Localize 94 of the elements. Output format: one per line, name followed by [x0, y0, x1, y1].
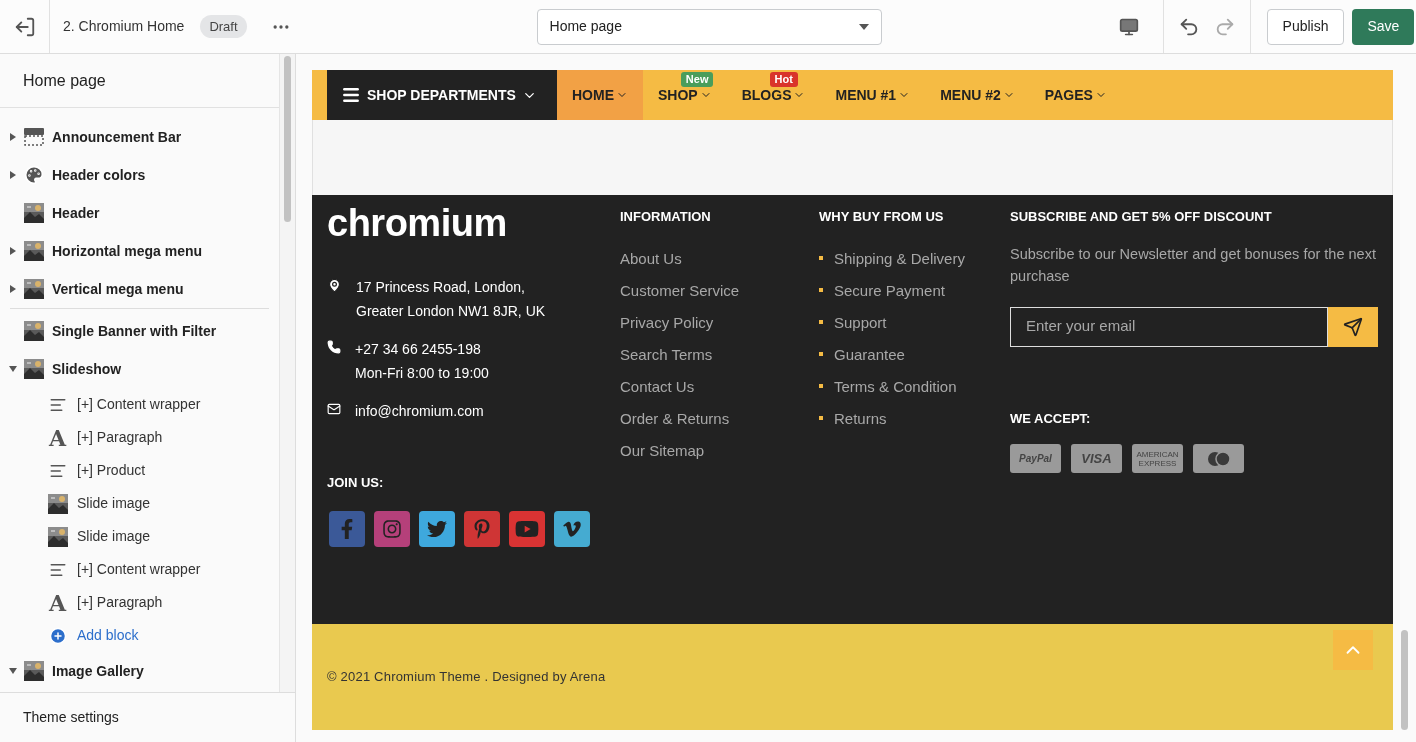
location-pin-icon [327, 278, 342, 293]
section-item[interactable]: Single Banner with Filter [10, 312, 269, 350]
page-select[interactable]: Home page [536, 8, 882, 45]
status-badge: Draft [200, 14, 247, 39]
footer-link[interactable]: Guarantee [834, 343, 905, 365]
pinterest-icon[interactable] [464, 510, 500, 547]
font-icon: A [49, 426, 67, 449]
disclosure-caret-icon[interactable] [10, 247, 16, 255]
section-item[interactable]: Header [0, 194, 279, 232]
column-heading: WHY BUY FROM US [819, 208, 945, 226]
we-accept-heading: WE ACCEPT: [1010, 409, 1092, 428]
font-icon: A [49, 591, 67, 614]
section-item[interactable]: Announcement Bar [0, 118, 279, 156]
footer-link[interactable]: Customer Service [620, 279, 819, 301]
announcement-bar-icon [24, 128, 44, 146]
publish-button[interactable]: Publish [1266, 8, 1345, 45]
vimeo-icon[interactable] [554, 510, 590, 547]
bullet-icon [819, 416, 823, 420]
youtube-icon[interactable] [509, 510, 545, 547]
disclosure-caret-icon[interactable] [10, 171, 16, 179]
overlapping-circles-icon [1206, 450, 1231, 467]
menu-badge: Hot [769, 72, 798, 87]
subscribe-button[interactable] [1328, 306, 1378, 347]
column-heading: INFORMATION [620, 208, 712, 226]
block-item[interactable]: Slide image [10, 487, 269, 520]
footer-link[interactable]: Our Sitemap [620, 439, 819, 461]
footer-link[interactable]: Search Terms [620, 343, 819, 365]
contact-text: Mon-Fri 8:00 to 19:00 [355, 364, 489, 383]
contact-text: Greater London NW1 8JR, UK [356, 302, 546, 321]
disclosure-caret-icon[interactable] [10, 285, 16, 293]
footer-link[interactable]: Terms & Condition [834, 375, 957, 397]
paypal-card: PayPal [1010, 444, 1061, 473]
nav-menu-item[interactable]: PAGES [1029, 70, 1122, 120]
visa-card: VISA [1071, 444, 1122, 473]
footer-link[interactable]: Contact Us [620, 375, 819, 397]
amex-card: AMERICAN EXPRESS [1132, 444, 1183, 473]
add-block-link[interactable]: Add block [10, 619, 269, 652]
phone-icon [327, 340, 341, 354]
section-item[interactable]: Header colors [0, 156, 279, 194]
footer-link[interactable]: Returns [834, 407, 887, 429]
footer-link[interactable]: Shipping & Delivery [834, 247, 965, 269]
nav-menu-item[interactable]: MENU #1 [820, 70, 926, 120]
footer-link[interactable]: Secure Payment [834, 279, 945, 301]
contact-text: info@chromium.com [355, 402, 484, 421]
footer-link[interactable]: Support [834, 311, 887, 333]
block-item[interactable]: Slide image [10, 520, 269, 553]
section-item[interactable]: Vertical mega menu [0, 270, 279, 308]
scrollbar-thumb[interactable] [1401, 630, 1408, 730]
disclosure-caret-icon[interactable] [9, 366, 17, 372]
copyright-text: © 2021 Chromium Theme . Designed by Arena [327, 668, 606, 687]
save-button[interactable]: Save [1352, 8, 1415, 45]
column-heading: SUBSCRIBE AND GET 5% OFF DISCOUNT [1010, 208, 1273, 226]
section-item[interactable]: Horizontal mega menu [0, 232, 279, 270]
block-item[interactable]: [+] Content wrapper [10, 553, 269, 586]
disclosure-caret-icon[interactable] [9, 668, 17, 674]
send-icon [1343, 316, 1363, 337]
footer-link[interactable]: About Us [620, 247, 819, 269]
palette-icon [24, 165, 44, 185]
email-field[interactable]: Enter your email [1010, 306, 1328, 347]
instagram-icon[interactable] [374, 510, 410, 547]
section-item[interactable]: Slideshow [10, 350, 269, 388]
brand-logo[interactable]: chromium [327, 203, 620, 243]
mail-icon [327, 402, 341, 416]
contact-text: +27 34 66 2455-198 [355, 340, 482, 359]
bullet-icon [819, 320, 823, 324]
block-item[interactable]: [+] Content wrapper [10, 388, 269, 421]
twitter-icon[interactable] [419, 510, 455, 547]
menu-icon [341, 85, 361, 105]
dropdown-caret-icon [858, 23, 869, 30]
contact-text: 17 Princess Road, London, [356, 278, 526, 297]
newsletter-text: Subscribe to our Newsletter and get bonuses for the next purchase [1010, 244, 1377, 286]
add-icon [49, 626, 67, 645]
desktop-icon[interactable] [1118, 16, 1139, 37]
nav-menu-item[interactable]: MENU #2 [925, 70, 1030, 120]
section-item[interactable]: Image Gallery [10, 652, 269, 690]
scrollbar-thumb[interactable] [284, 56, 291, 222]
block-item[interactable]: A [+] Paragraph [10, 421, 269, 454]
block-item[interactable]: A [+] Paragraph [10, 586, 269, 619]
theme-name: 2. Chromium Home [63, 17, 185, 36]
nav-menu-item[interactable]: SHOP [643, 88, 727, 120]
shop-departments-button[interactable]: SHOP DEPARTMENTS [327, 70, 557, 120]
disclosure-caret-icon[interactable] [10, 133, 16, 141]
bullet-icon [819, 352, 823, 356]
footer-link[interactable]: Order & Returns [620, 407, 819, 429]
exit-icon[interactable] [13, 15, 36, 38]
bullet-icon [819, 288, 823, 292]
join-us-heading: JOIN US: [327, 474, 385, 492]
block-item[interactable]: [+] Product [10, 454, 269, 487]
nav-menu-item[interactable]: BLOGS [726, 88, 821, 120]
footer-link[interactable]: Privacy Policy [620, 311, 819, 333]
menu-badge: New [680, 72, 714, 87]
bullet-icon [819, 256, 823, 260]
bullet-icon [819, 384, 823, 388]
nav-menu-item[interactable]: HOME [557, 70, 643, 120]
